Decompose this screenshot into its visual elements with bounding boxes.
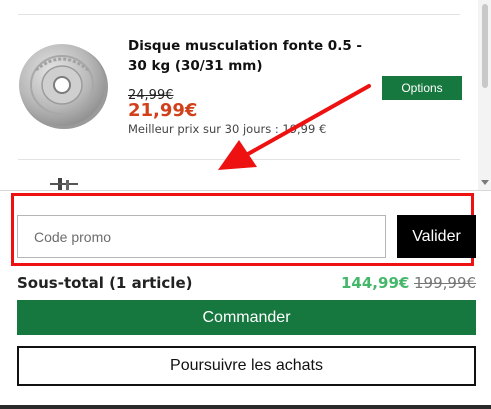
subtotal-price: 144,99€ [341, 274, 410, 292]
sale-price: 21,99€ [128, 100, 198, 121]
options-button[interactable]: Options [382, 76, 462, 100]
subtotal-original-price: 199,99€ [414, 274, 477, 292]
checkout-button[interactable]: Commander [17, 300, 476, 335]
promo-code-input[interactable] [17, 215, 386, 258]
subtotal-label: Sous-total (1 article) [17, 274, 193, 292]
cart-item-list: Disque musculation fonte 0.5 - 30 kg (30… [0, 0, 491, 190]
divider [18, 159, 460, 160]
weight-plate-icon[interactable] [18, 40, 110, 132]
validate-promo-button[interactable]: Valider [397, 215, 476, 258]
best-price-note: Meilleur prix sur 30 jours : 19,99 € [128, 122, 327, 136]
continue-shopping-button[interactable]: Poursuivre les achats [17, 346, 476, 386]
scroll-down-arrow-icon[interactable] [481, 178, 489, 186]
bottom-edge [0, 405, 491, 409]
product-title[interactable]: Disque musculation fonte 0.5 - 30 kg (30… [128, 36, 373, 76]
panel-divider [0, 190, 491, 191]
divider [18, 14, 460, 15]
scrollbar-thumb[interactable] [482, 4, 488, 88]
dumbbell-icon[interactable] [44, 178, 84, 190]
